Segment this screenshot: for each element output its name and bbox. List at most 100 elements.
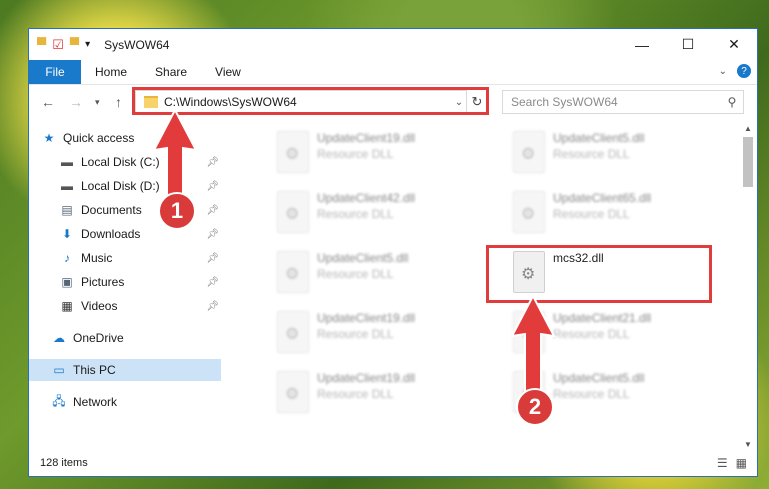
new-folder-icon[interactable]: ▀ bbox=[70, 37, 79, 52]
file-name: UpdateClient5.dll bbox=[553, 371, 645, 385]
download-icon: ⬇ bbox=[61, 227, 73, 241]
file-name: UpdateClient19.dll bbox=[317, 131, 416, 145]
expand-ribbon-icon[interactable]: ⌄ bbox=[719, 66, 727, 77]
file-name: UpdateClient21.dll bbox=[553, 311, 652, 325]
item-count: 128 items bbox=[40, 457, 88, 469]
step-badge-1: 1 bbox=[158, 192, 196, 230]
scroll-thumb[interactable] bbox=[743, 137, 753, 187]
sidebar-item-pictures[interactable]: ▣ Pictures 📌︎ bbox=[59, 271, 221, 293]
folder-icon[interactable]: ▀ bbox=[37, 37, 46, 52]
up-button[interactable]: ↑ bbox=[115, 94, 122, 110]
pictures-icon: ▣ bbox=[61, 275, 73, 289]
list-item[interactable]: UpdateClient65.dll Resource DLL bbox=[503, 187, 723, 235]
sidebar-item-downloads[interactable]: ⬇ Downloads 📌︎ bbox=[59, 223, 221, 245]
pin-icon[interactable]: 📌︎ bbox=[206, 253, 219, 264]
vertical-scrollbar[interactable]: ▲ ▼ bbox=[741, 121, 755, 451]
search-input[interactable]: Search SysWOW64 ⚲ bbox=[502, 90, 744, 114]
file-name: UpdateClient5.dll bbox=[553, 131, 645, 145]
videos-icon: ▦ bbox=[61, 299, 73, 313]
drive-icon: ▬ bbox=[61, 179, 73, 193]
file-type: Resource DLL bbox=[317, 267, 394, 281]
dll-file-icon bbox=[277, 371, 309, 413]
sidebar-item-onedrive[interactable]: ☁ OneDrive bbox=[51, 327, 221, 349]
step-badge-2: 2 bbox=[516, 388, 554, 426]
sidebar-item-music[interactable]: ♪ Music 📌︎ bbox=[59, 247, 221, 269]
list-item[interactable]: UpdateClient5.dll Resource DLL bbox=[503, 127, 723, 175]
sidebar-item-label: Music bbox=[81, 251, 113, 265]
sidebar-item-label: OneDrive bbox=[73, 331, 124, 345]
pin-icon[interactable]: 📌︎ bbox=[206, 205, 219, 216]
list-item[interactable]: UpdateClient19.dll Resource DLL bbox=[267, 367, 487, 415]
recent-locations-button[interactable]: ▾ bbox=[95, 97, 100, 108]
maximize-button[interactable]: ☐ bbox=[665, 29, 711, 60]
tab-home[interactable]: Home bbox=[81, 65, 141, 79]
sidebar-item-label: Network bbox=[73, 395, 118, 409]
file-type: Resource DLL bbox=[553, 207, 630, 221]
status-bar: 128 items ☰ ▦ bbox=[29, 450, 757, 476]
pin-icon[interactable]: 📌︎ bbox=[206, 229, 219, 240]
pin-icon[interactable]: 📌︎ bbox=[206, 157, 219, 168]
pin-icon[interactable]: 📌︎ bbox=[206, 277, 219, 288]
tab-file[interactable]: File bbox=[29, 60, 81, 84]
title-bar: ▀ ☑ ▀ ▾ SysWOW64 — ☐ ✕ bbox=[29, 29, 757, 60]
search-placeholder: Search SysWOW64 bbox=[511, 95, 618, 109]
sidebar-item-label: Quick access bbox=[63, 131, 135, 145]
details-view-icon[interactable]: ☰ bbox=[717, 456, 728, 470]
minimize-button[interactable]: — bbox=[619, 29, 665, 60]
list-item[interactable]: UpdateClient19.dll Resource DLL bbox=[267, 127, 487, 175]
scroll-down-icon[interactable]: ▼ bbox=[741, 437, 755, 451]
cloud-icon: ☁ bbox=[53, 331, 65, 345]
list-item[interactable]: UpdateClient19.dll Resource DLL bbox=[267, 307, 487, 355]
sidebar-item-label: Local Disk (D:) bbox=[81, 179, 160, 193]
sidebar-item-label: Documents bbox=[81, 203, 142, 217]
file-type: Resource DLL bbox=[553, 387, 630, 401]
documents-icon: ▤ bbox=[61, 203, 73, 217]
pin-icon[interactable]: 📌︎ bbox=[206, 181, 219, 192]
file-type: Resource DLL bbox=[317, 147, 394, 161]
sidebar-item-this-pc[interactable]: ▭ This PC bbox=[29, 359, 221, 381]
network-icon: 🖧︎ bbox=[52, 393, 66, 408]
pin-icon[interactable]: 📌︎ bbox=[206, 301, 219, 312]
sidebar-item-network[interactable]: 🖧︎ Network bbox=[51, 391, 221, 413]
large-icons-view-icon[interactable]: ▦ bbox=[736, 456, 747, 470]
sidebar-item-label: Downloads bbox=[81, 227, 141, 241]
file-name: UpdateClient42.dll bbox=[317, 191, 416, 205]
forward-button[interactable]: → bbox=[69, 94, 83, 110]
computer-icon: ▭ bbox=[53, 363, 65, 377]
file-type: Resource DLL bbox=[317, 387, 394, 401]
sidebar-item-videos[interactable]: ▦ Videos 📌︎ bbox=[59, 295, 221, 317]
close-button[interactable]: ✕ bbox=[711, 29, 757, 60]
list-item[interactable]: UpdateClient42.dll Resource DLL bbox=[267, 187, 487, 235]
music-icon: ♪ bbox=[64, 251, 70, 265]
navigation-bar: ← → ▾ ↑ C:\Windows\SysWOW64 ⌄ ↻ Search S… bbox=[29, 85, 757, 119]
help-icon[interactable]: ? bbox=[737, 64, 751, 78]
scroll-up-icon[interactable]: ▲ bbox=[741, 121, 755, 135]
file-name: UpdateClient65.dll bbox=[553, 191, 652, 205]
dll-file-icon bbox=[513, 191, 545, 233]
quick-access-toolbar: ▀ ☑ ▀ ▾ bbox=[37, 37, 90, 53]
search-icon[interactable]: ⚲ bbox=[721, 95, 743, 109]
file-type: Resource DLL bbox=[317, 207, 394, 221]
properties-icon[interactable]: ☑ bbox=[52, 37, 64, 53]
star-icon: ★ bbox=[43, 131, 55, 145]
file-name: UpdateClient19.dll bbox=[317, 311, 416, 325]
tab-view[interactable]: View bbox=[201, 65, 255, 79]
window-title: SysWOW64 bbox=[104, 37, 170, 52]
sidebar-item-quick-access[interactable]: ★ Quick access bbox=[41, 127, 233, 149]
sidebar-item-label: Local Disk (C:) bbox=[81, 155, 160, 169]
list-item[interactable]: UpdateClient5.dll Resource DLL bbox=[267, 247, 487, 295]
drive-icon: ▬ bbox=[61, 155, 73, 169]
dll-file-icon bbox=[513, 131, 545, 173]
sidebar-item-label: This PC bbox=[73, 363, 116, 377]
back-button[interactable]: ← bbox=[41, 94, 55, 110]
file-type: Resource DLL bbox=[317, 327, 394, 341]
customize-qat-icon[interactable]: ▾ bbox=[85, 39, 90, 50]
dll-file-icon bbox=[277, 311, 309, 353]
file-name: UpdateClient5.dll bbox=[317, 251, 409, 265]
dll-file-icon bbox=[277, 131, 309, 173]
dll-file-icon bbox=[277, 191, 309, 233]
sidebar-item-label: Pictures bbox=[81, 275, 125, 289]
dll-file-icon bbox=[277, 251, 309, 293]
file-type: Resource DLL bbox=[553, 327, 630, 341]
tab-share[interactable]: Share bbox=[141, 65, 201, 79]
